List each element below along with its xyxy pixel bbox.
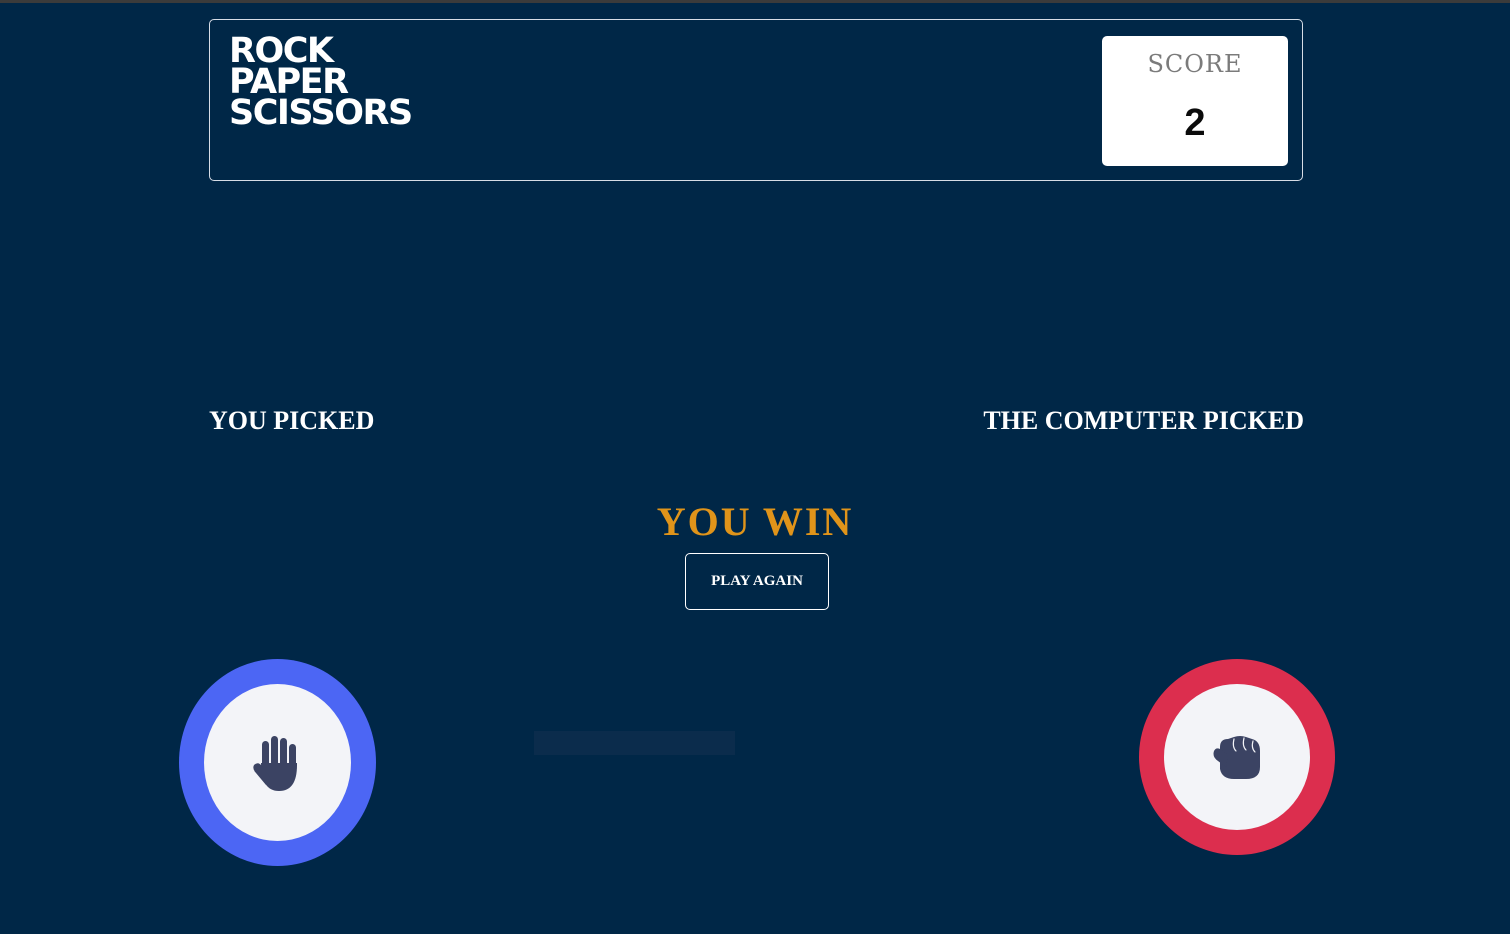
- score-label: SCORE: [1147, 50, 1243, 78]
- computer-token-face: [1164, 684, 1310, 830]
- faint-overlay-strip: [534, 731, 735, 755]
- result-text: YOU WIN: [656, 499, 854, 544]
- you-picked-label: YOU PICKED: [209, 406, 375, 435]
- rock-fist-icon: [1213, 736, 1260, 779]
- score-value: 2: [1184, 102, 1206, 144]
- scoreboard-header: ROCK PAPER SCISSORS SCORE 2: [209, 19, 1303, 181]
- title-line-scissors: SCISSORS: [229, 93, 413, 133]
- player-token-face: [204, 684, 351, 841]
- computer-choice-rock-token: [1139, 659, 1335, 855]
- game-title: ROCK PAPER SCISSORS: [229, 34, 413, 133]
- paper-hand-icon: [252, 735, 297, 791]
- computer-picked-label: THE COMPUTER PICKED: [983, 406, 1304, 435]
- play-again-button[interactable]: PLAY AGAIN: [685, 553, 829, 610]
- window-top-bar: [0, 0, 1510, 3]
- player-choice-paper-token: [179, 659, 376, 866]
- score-box: SCORE 2: [1102, 36, 1288, 166]
